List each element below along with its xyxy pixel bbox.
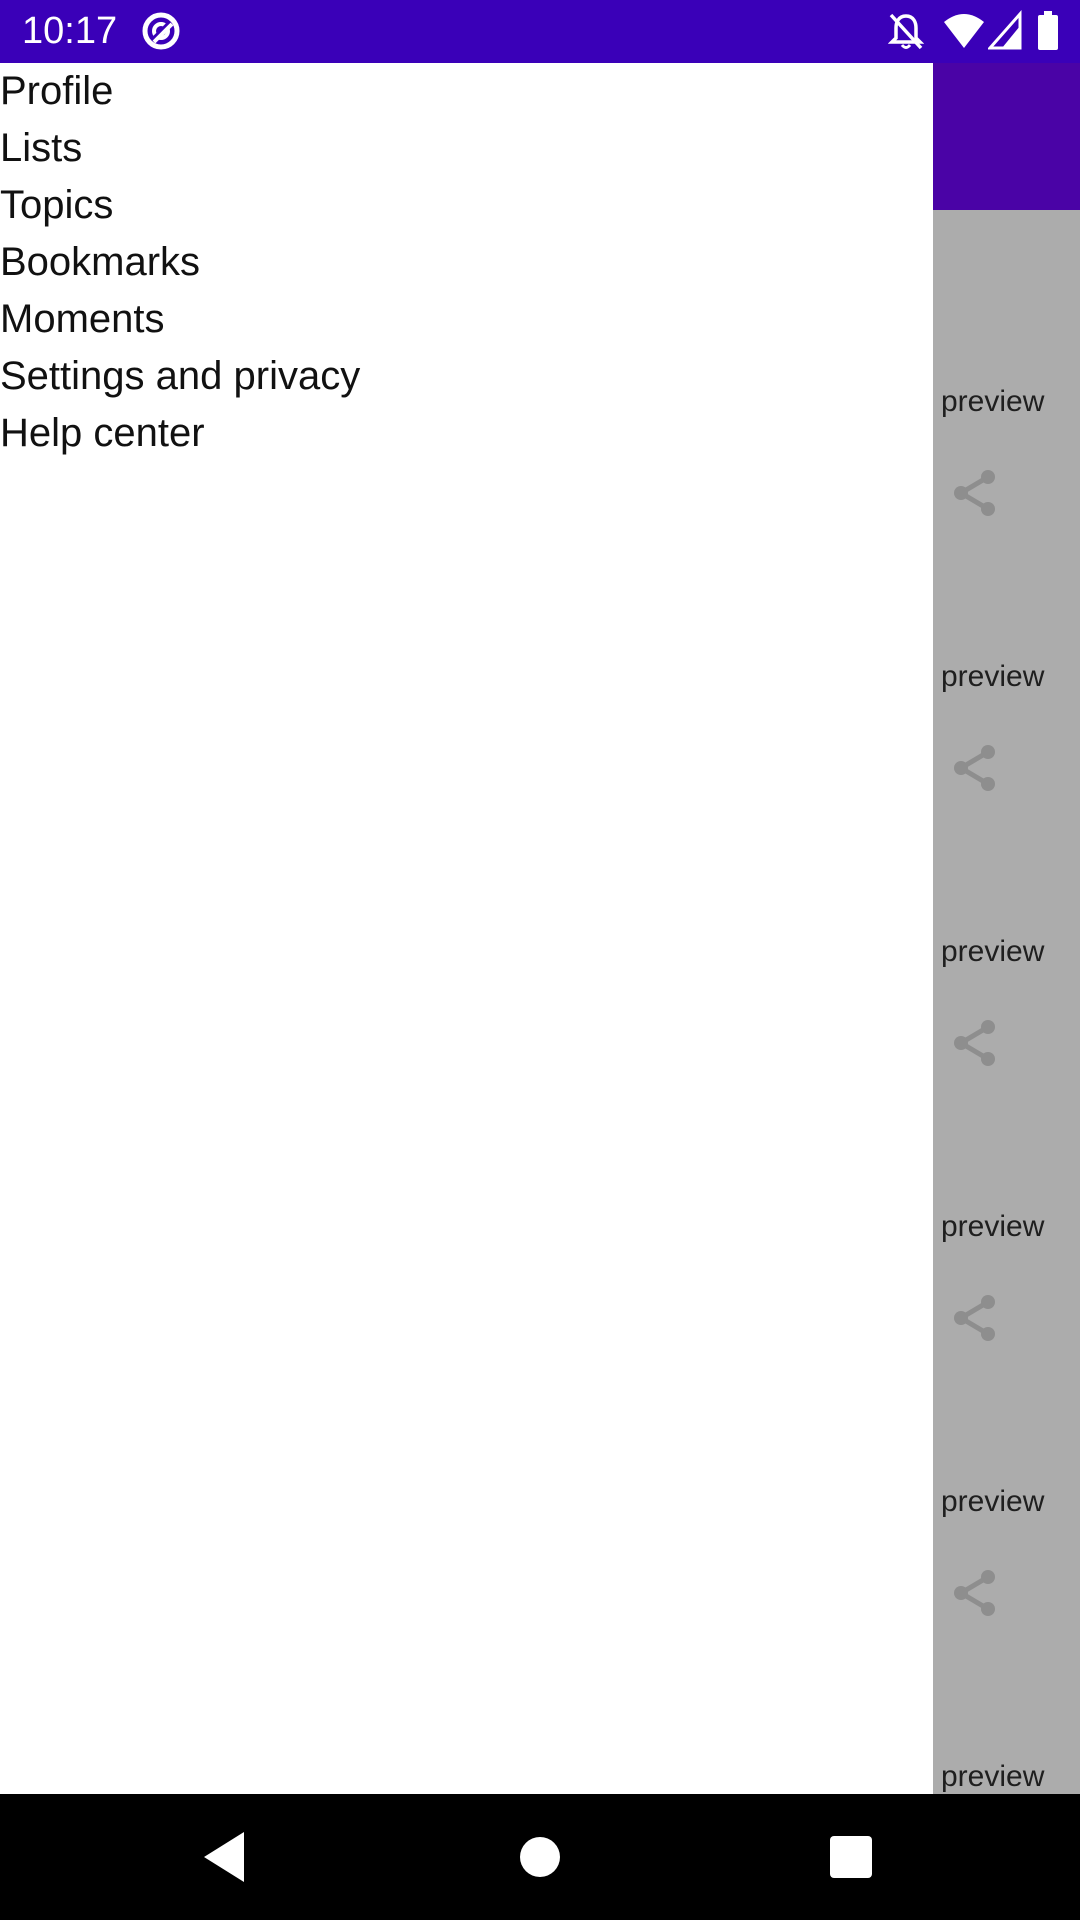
screen: 10:17 preview preview preview preview pr… [0, 0, 1080, 1920]
cellular-signal-icon [988, 10, 1022, 50]
drawer-item-bookmarks[interactable]: Bookmarks [0, 234, 200, 291]
navigation-drawer: Profile Lists Topics Bookmarks Moments S… [0, 63, 933, 1794]
back-icon[interactable] [192, 1824, 258, 1890]
drawer-item-settings-and-privacy[interactable]: Settings and privacy [0, 348, 360, 405]
preview-label: preview [941, 935, 1045, 968]
status-time: 10:17 [22, 10, 118, 52]
drawer-item-lists[interactable]: Lists [0, 120, 82, 177]
at-sign-icon [142, 12, 180, 50]
drawer-item-moments[interactable]: Moments [0, 291, 165, 348]
drawer-item-topics[interactable]: Topics [0, 177, 113, 234]
drawer-item-help-center[interactable]: Help center [0, 405, 205, 462]
bell-off-icon [888, 13, 924, 50]
battery-icon [1038, 11, 1058, 50]
drawer-item-profile[interactable]: Profile [0, 63, 113, 120]
home-icon[interactable] [507, 1824, 573, 1890]
status-bar: 10:17 [0, 0, 1080, 63]
system-nav-bar [0, 1794, 1080, 1920]
preview-label: preview [941, 1485, 1045, 1518]
wifi-icon [944, 14, 984, 48]
recents-icon[interactable] [818, 1824, 884, 1890]
preview-label: preview [941, 1210, 1045, 1243]
preview-label: preview [941, 660, 1045, 693]
preview-label: preview [941, 1760, 1045, 1793]
preview-label: preview [941, 385, 1045, 418]
